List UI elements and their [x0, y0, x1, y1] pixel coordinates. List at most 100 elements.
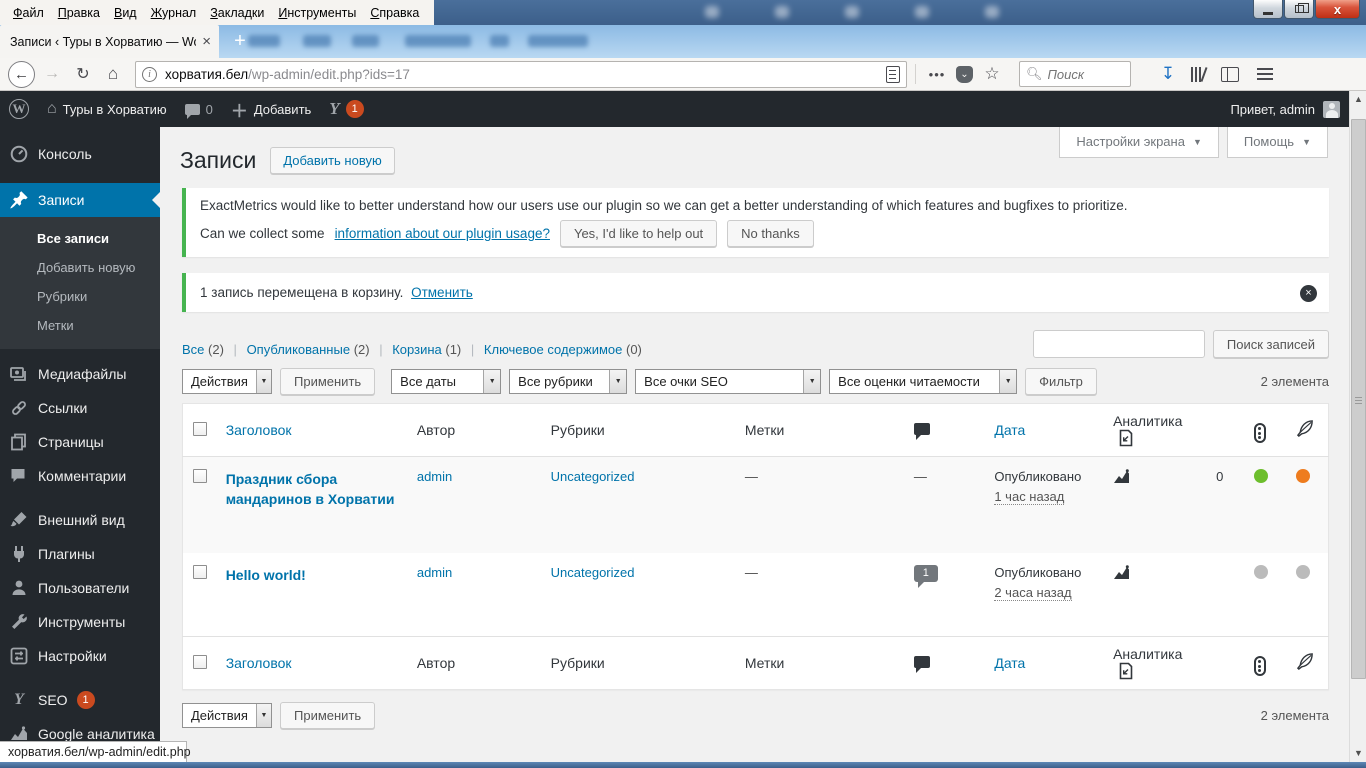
- plugin-usage-link[interactable]: information about our plugin usage?: [335, 226, 550, 241]
- submenu-categories[interactable]: Рубрики: [0, 282, 160, 311]
- sidebar-item-tools[interactable]: Инструменты: [0, 605, 160, 639]
- sort-date[interactable]: Дата: [994, 422, 1025, 438]
- forward-icon[interactable]: →: [39, 65, 65, 83]
- scroll-down-icon[interactable]: ▼: [1350, 745, 1366, 762]
- bookmark-star-icon[interactable]: ☆: [979, 64, 1005, 84]
- filter-cornerstone[interactable]: Ключевое содержимое: [484, 342, 622, 357]
- menu-bookmarks[interactable]: Закладки: [203, 3, 271, 23]
- wp-logo-menu[interactable]: W: [0, 91, 38, 127]
- table-footer-row: Заголовок Автор Рубрики Метки Дата Анали…: [182, 636, 1329, 690]
- sort-title[interactable]: Заголовок: [226, 655, 292, 671]
- category-link[interactable]: Uncategorized: [551, 565, 635, 580]
- menu-edit[interactable]: Правка: [51, 3, 107, 23]
- seo-scores-select[interactable]: Все очки SEO ▼: [635, 369, 822, 394]
- browser-search-box[interactable]: 🔍︎: [1019, 61, 1131, 87]
- seo-notification-badge: 1: [76, 691, 95, 709]
- apply-button[interactable]: Применить: [280, 368, 376, 395]
- sidebar-item-seo[interactable]: Y SEO 1: [0, 683, 160, 717]
- screen-options-tab[interactable]: Настройки экрана ▼: [1059, 127, 1219, 158]
- comments-bubble[interactable]: 1: [913, 564, 938, 588]
- back-icon[interactable]: ←: [8, 60, 35, 88]
- submenu-tags[interactable]: Метки: [0, 311, 160, 340]
- readability-select[interactable]: Все оценки читаемости ▼: [829, 369, 1018, 394]
- site-menu[interactable]: ⌂ Туры в Хорватию: [38, 91, 176, 127]
- sidebar-label: Страницы: [38, 434, 104, 450]
- tab-posts[interactable]: Записи ‹ Туры в Хорватию — Wor ×: [0, 25, 219, 58]
- undo-link[interactable]: Отменить: [411, 285, 473, 300]
- no-thanks-button[interactable]: No thanks: [727, 220, 814, 247]
- scroll-up-icon[interactable]: ▲: [1350, 91, 1366, 108]
- select-all-checkbox[interactable]: [193, 654, 207, 669]
- sidebar-toggle-icon[interactable]: [1221, 66, 1239, 82]
- search-posts-button[interactable]: Поиск записей: [1212, 330, 1329, 358]
- new-content-menu[interactable]: ＋ Добавить: [222, 91, 320, 127]
- filter-published[interactable]: Опубликованные: [247, 342, 351, 357]
- filter-button[interactable]: Фильтр: [1025, 368, 1097, 395]
- analytics-chart-icon[interactable]: [1113, 469, 1135, 484]
- sidebar-item-media[interactable]: Медиафайлы: [0, 357, 160, 391]
- sidebar-item-pages[interactable]: Страницы: [0, 425, 160, 459]
- category-link[interactable]: Uncategorized: [551, 469, 635, 484]
- filter-trash[interactable]: Корзина: [392, 342, 442, 357]
- bulk-actions-select-bottom[interactable]: Действия ▼: [182, 703, 272, 728]
- select-all-checkbox[interactable]: [193, 421, 207, 436]
- reload-icon[interactable]: ↻: [69, 64, 97, 84]
- sidebar-item-posts[interactable]: Записи: [0, 183, 160, 217]
- sidebar-item-plugins[interactable]: Плагины: [0, 537, 160, 571]
- menu-help[interactable]: Справка: [363, 3, 426, 23]
- downloads-icon[interactable]: ↧: [1153, 64, 1183, 84]
- browser-search-input[interactable]: [1047, 66, 1118, 82]
- search-posts-input[interactable]: [1032, 330, 1205, 358]
- sidebar-item-users[interactable]: Пользователи: [0, 571, 160, 605]
- hamburger-menu-icon[interactable]: [1257, 65, 1273, 83]
- account-menu[interactable]: Привет, admin: [1230, 100, 1366, 118]
- tablenav-top: Действия ▼ Применить Все даты ▼ Все рубр…: [182, 368, 1329, 395]
- help-tab[interactable]: Помощь ▼: [1226, 127, 1328, 158]
- yoast-menu[interactable]: Y 1: [320, 91, 372, 127]
- row-checkbox[interactable]: [193, 564, 207, 579]
- dismiss-notice-icon[interactable]: ×: [1300, 285, 1317, 302]
- author-link[interactable]: admin: [417, 469, 452, 484]
- close-button[interactable]: x: [1315, 0, 1360, 19]
- filter-all[interactable]: Все: [182, 342, 204, 357]
- tab-title: Записи ‹ Туры в Хорватию — Wor: [10, 34, 197, 49]
- author-link[interactable]: admin: [417, 565, 452, 580]
- scrollbar-thumb[interactable]: [1351, 119, 1366, 679]
- submenu-all-posts[interactable]: Все записи: [0, 224, 160, 253]
- home-icon[interactable]: ⌂: [99, 64, 127, 84]
- sort-date[interactable]: Дата: [994, 655, 1025, 671]
- restore-button[interactable]: [1284, 0, 1314, 19]
- sidebar-item-appearance[interactable]: Внешний вид: [0, 503, 160, 537]
- dates-select[interactable]: Все даты ▼: [391, 369, 502, 394]
- sidebar-item-comments[interactable]: Комментарии: [0, 459, 160, 493]
- menu-tools[interactable]: Инструменты: [271, 3, 363, 23]
- yes-help-button[interactable]: Yes, I'd like to help out: [559, 220, 718, 247]
- menu-file[interactable]: Файл: [6, 3, 51, 23]
- post-title-link[interactable]: Hello world!: [226, 565, 397, 585]
- categories-label: Все рубрики: [518, 374, 593, 389]
- sort-title[interactable]: Заголовок: [226, 422, 292, 438]
- post-title-link[interactable]: Праздник сбора мандаринов в Хорватии: [226, 469, 397, 510]
- row-checkbox[interactable]: [193, 469, 207, 483]
- sidebar-item-settings[interactable]: Настройки: [0, 639, 160, 673]
- comments-menu[interactable]: 0: [176, 91, 222, 127]
- submenu-add-new[interactable]: Добавить новую: [0, 253, 160, 282]
- add-new-button[interactable]: Добавить новую: [270, 147, 395, 174]
- minimize-button[interactable]: [1253, 0, 1283, 19]
- reader-mode-icon[interactable]: [886, 65, 900, 83]
- menu-history[interactable]: Журнал: [144, 3, 204, 23]
- sidebar-item-dashboard[interactable]: Консоль: [0, 137, 160, 171]
- sidebar-item-links[interactable]: Ссылки: [0, 391, 160, 425]
- page-actions-icon[interactable]: •••: [924, 67, 950, 82]
- categories-select[interactable]: Все рубрики ▼: [509, 369, 628, 394]
- pocket-icon[interactable]: ⌄: [956, 65, 973, 83]
- bulk-actions-select[interactable]: Действия ▼: [182, 369, 272, 394]
- site-info-icon[interactable]: i: [142, 66, 157, 82]
- menu-view[interactable]: Вид: [107, 3, 144, 23]
- page-scrollbar[interactable]: ▲ ▼: [1349, 91, 1366, 762]
- url-bar[interactable]: i хорватия.бел /wp-admin/edit.php?ids=17: [135, 60, 907, 88]
- tab-close-icon[interactable]: ×: [202, 34, 211, 49]
- analytics-chart-icon[interactable]: [1113, 564, 1135, 580]
- library-icon[interactable]: [1183, 66, 1213, 82]
- apply-button-bottom[interactable]: Применить: [280, 702, 376, 729]
